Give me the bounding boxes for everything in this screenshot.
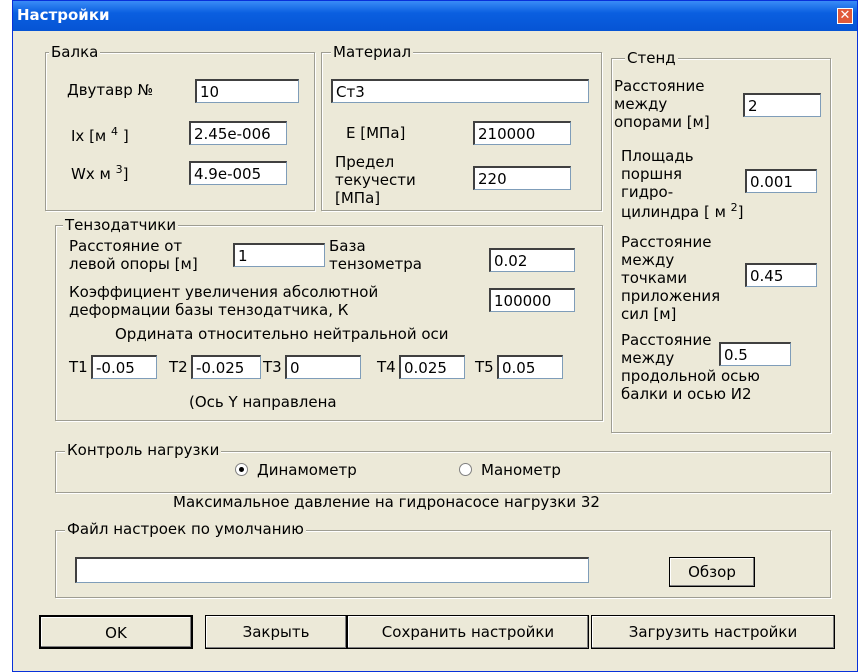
ix-input[interactable] — [189, 121, 287, 145]
dist-axis-input[interactable] — [719, 342, 791, 366]
dist-supports-label-2: между — [614, 95, 668, 113]
dist-supports-input[interactable] — [743, 93, 821, 117]
load-settings-button[interactable]: Загрузить настройки — [591, 615, 835, 649]
t3-label: T3 — [263, 358, 282, 376]
coef-label-1: Коэффициент увеличения абсолютной — [69, 283, 379, 301]
dvutavr-input[interactable] — [195, 79, 299, 103]
settings-window: Настройки ✕ Балка Двутавр № Ix [м 4 ] Wx… — [12, 0, 858, 672]
coef-input[interactable] — [489, 288, 575, 312]
e-label: E [МПа] — [346, 124, 406, 142]
ok-button[interactable]: OK — [39, 615, 193, 649]
dist-axis-label-4: балки и осью И2 — [621, 385, 752, 403]
window-title: Настройки — [17, 6, 110, 24]
area-label-2: поршня — [621, 165, 683, 183]
group-defaults-legend: Файл настроек по умолчанию — [65, 520, 306, 538]
area-label-3: гидро- — [621, 183, 674, 201]
save-settings-button[interactable]: Сохранить настройки — [347, 615, 589, 649]
dvutavr-label: Двутавр № — [67, 81, 154, 99]
t2-input[interactable] — [191, 355, 261, 379]
radio-manometer-label[interactable]: Манометр — [481, 461, 561, 479]
base-label-1: База — [329, 237, 366, 255]
ordinate-label: Ордината относительно нейтральной оси — [115, 325, 449, 343]
group-tenzo-legend: Тензодатчики — [63, 216, 179, 234]
dist-axis-label-3: продольной осью — [621, 367, 760, 385]
dist-axis-label-2: между — [621, 349, 675, 367]
t2-label: T2 — [169, 358, 188, 376]
defaults-path-input[interactable] — [75, 557, 589, 583]
t4-label: T4 — [377, 358, 396, 376]
t5-input[interactable] — [497, 355, 563, 379]
dist-axis-label-1: Расстояние — [621, 331, 712, 349]
limit-input[interactable] — [473, 166, 571, 190]
close-button[interactable]: Закрыть — [205, 615, 347, 649]
material-name-input[interactable] — [331, 79, 589, 103]
t3-input[interactable] — [285, 355, 361, 379]
browse-button[interactable]: Обзор — [669, 557, 755, 587]
ix-label: Ix [м 4 ] — [71, 125, 129, 145]
dist-forces-input[interactable] — [745, 263, 817, 287]
e-input[interactable] — [473, 121, 571, 145]
limit-label-1: Предел — [335, 153, 395, 171]
max-pressure-text: Максимальное давление на гидронасосе наг… — [173, 493, 600, 511]
t5-label: T5 — [475, 358, 494, 376]
group-load-legend: Контроль нагрузки — [65, 441, 222, 459]
t1-label: T1 — [69, 358, 88, 376]
radio-dynamometer[interactable] — [235, 463, 248, 476]
group-material-legend: Материал — [331, 43, 414, 61]
area-label-4: цилиндра [ м 2] — [621, 201, 744, 221]
dist-left-input[interactable] — [233, 243, 325, 267]
t4-input[interactable] — [399, 355, 465, 379]
group-balka-legend: Балка — [49, 43, 101, 61]
limit-label-3: [МПа] — [335, 189, 381, 207]
limit-label-2: текучести — [335, 171, 416, 189]
dist-supports-label-3: опорами [м] — [614, 113, 710, 131]
group-stend-legend: Стенд — [625, 49, 678, 67]
dist-forces-label-2: между — [621, 251, 675, 269]
dist-forces-label-5: сил [м] — [621, 305, 677, 323]
radio-dynamometer-label[interactable]: Динамометр — [257, 461, 357, 479]
close-icon[interactable]: ✕ — [837, 8, 853, 24]
coef-label-2: деформации базы тензодатчика, К — [69, 301, 349, 319]
radio-manometer[interactable] — [459, 463, 472, 476]
t1-input[interactable] — [91, 355, 157, 379]
dist-forces-label-1: Расстояние — [621, 233, 712, 251]
axis-note: (Ось Y направлена — [189, 393, 337, 411]
dist-forces-label-3: точками — [621, 269, 688, 287]
dist-supports-label-1: Расстояние — [614, 77, 705, 95]
area-input[interactable] — [745, 169, 817, 193]
wx-label: Wx м 3] — [71, 163, 129, 183]
base-input[interactable] — [489, 248, 575, 272]
wx-input[interactable] — [189, 161, 287, 185]
area-label-1: Площадь — [621, 147, 694, 165]
title-bar[interactable]: Настройки ✕ — [13, 1, 857, 31]
dist-forces-label-4: приложения — [621, 287, 721, 305]
dist-left-label-1: Расстояние от — [69, 237, 183, 255]
dist-left-label-2: левой опоры [м] — [69, 255, 198, 273]
base-label-2: тензометра — [329, 255, 422, 273]
